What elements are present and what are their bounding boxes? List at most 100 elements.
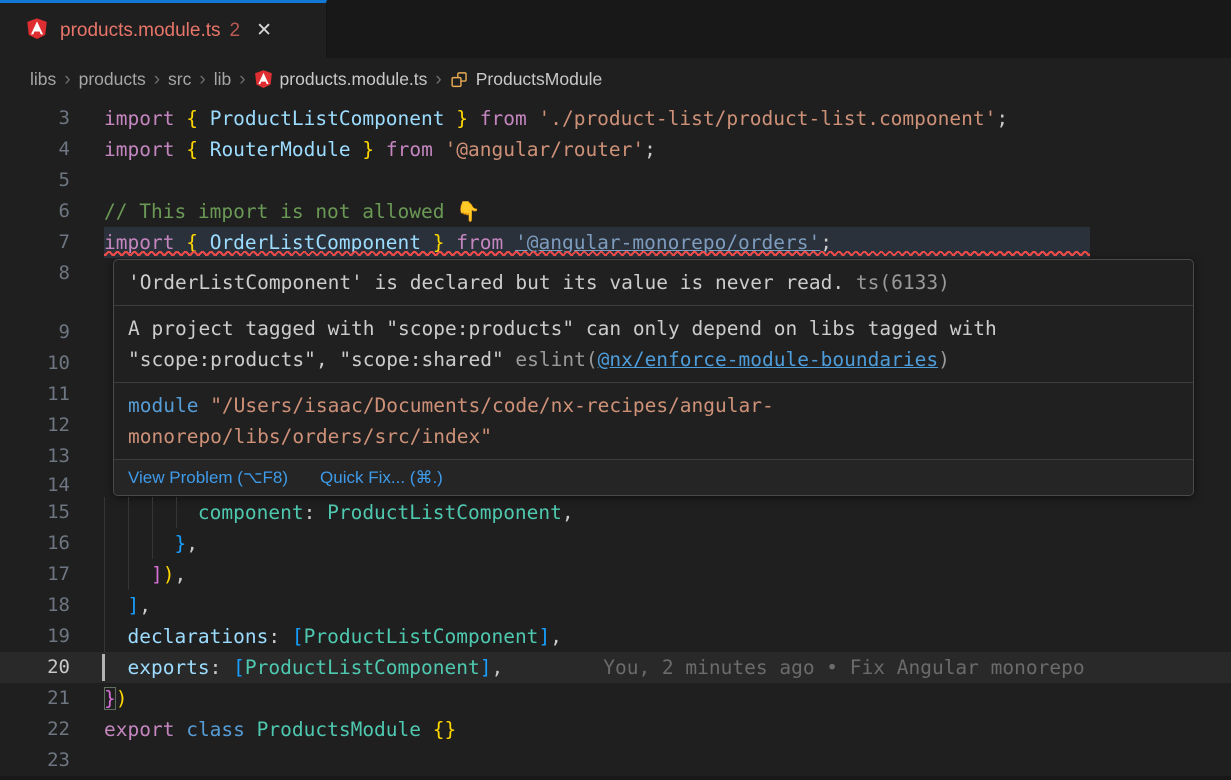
line-number-4[interactable]: 4: [0, 134, 70, 165]
line-number-9[interactable]: 9: [0, 317, 70, 348]
code-content-7[interactable]: import { OrderListComponent } from '@ang…: [70, 227, 1231, 258]
eslint-message-line2: "scope:products", "scope:shared" eslint(…: [128, 344, 1179, 375]
line-number-11[interactable]: 11: [0, 379, 70, 410]
code-line-4: 4import { RouterModule } from '@angular/…: [0, 134, 1231, 165]
chevron-right-icon: ›: [191, 70, 213, 89]
code-content-5[interactable]: [70, 165, 1231, 196]
code-line-21: 21}): [0, 683, 1231, 714]
indent-guide: [104, 621, 105, 652]
indent-guide: [104, 497, 105, 528]
line-number-23[interactable]: 23: [0, 745, 70, 776]
chevron-right-icon: ›: [56, 70, 78, 89]
indent-guide: [128, 528, 129, 559]
module-info: module "/Users/isaac/Documents/code/nx-r…: [114, 382, 1193, 459]
code-content-21[interactable]: }): [70, 683, 1231, 714]
view-problem-action[interactable]: View Problem (⌥F8): [128, 466, 288, 489]
chevron-right-icon: ›: [427, 70, 449, 89]
code-line-19: 19 declarations: [ProductListComponent],: [0, 621, 1231, 652]
line-number-14[interactable]: 14: [0, 470, 70, 501]
code-line-7: 7 import { OrderListComponent } from '@an…: [0, 227, 1231, 258]
breadcrumb-item-products-module-ts[interactable]: products.module.ts: [254, 69, 428, 90]
eslint-source-close: ): [938, 348, 950, 371]
line-number-6[interactable]: 6: [0, 196, 70, 227]
indent-guide: [176, 497, 177, 528]
angular-icon: [254, 69, 273, 89]
code-content-4[interactable]: import { RouterModule } from '@angular/r…: [70, 134, 1231, 165]
eslint-rule-link[interactable]: @nx/enforce-module-boundaries: [598, 348, 938, 371]
code-content-20[interactable]: exports: [ProductListComponent],You, 2 m…: [70, 652, 1231, 683]
indent-guide: [152, 497, 153, 528]
indent-guide: [128, 559, 129, 590]
code-content-19[interactable]: declarations: [ProductListComponent],: [70, 621, 1231, 652]
code-content-6[interactable]: // This import is not allowed 👇: [70, 196, 1231, 227]
eslint-source-open: eslint(: [515, 348, 597, 371]
code-line-17: 17 ]),: [0, 559, 1231, 590]
line-number-13[interactable]: 13: [0, 441, 70, 472]
line-number-21[interactable]: 21: [0, 683, 70, 714]
code-line-18: 18 ],: [0, 590, 1231, 621]
breadcrumb-item-products[interactable]: products: [79, 69, 146, 90]
breadcrumb: libs›products›src›lib›products.module.ts…: [0, 58, 1231, 100]
angular-icon: [26, 17, 48, 45]
diagnostic-hover-tooltip: 'OrderListComponent' is declared but its…: [113, 259, 1194, 496]
line-number-12[interactable]: 12: [0, 410, 70, 441]
line-number-8[interactable]: 8: [0, 258, 70, 289]
editor-lines-bottom: 15 component: ProductListComponent,16 },…: [0, 497, 1231, 776]
module-path-part1: "/Users/isaac/Documents/code/nx-recipes/…: [198, 394, 773, 417]
line-number-3[interactable]: 3: [0, 103, 70, 134]
chevron-right-icon: ›: [231, 70, 253, 89]
git-blame-annotation: You, 2 minutes ago • Fix Angular monorep…: [603, 656, 1084, 679]
code-line-23: 23: [0, 745, 1231, 776]
line-number-15[interactable]: 15: [0, 497, 70, 528]
ts-diagnostic-message: 'OrderListComponent' is declared but its…: [128, 271, 844, 294]
tab-problems-badge: 2: [230, 20, 241, 42]
code-line-3: 3import { ProductListComponent } from '.…: [0, 103, 1231, 134]
line-number-18[interactable]: 18: [0, 590, 70, 621]
code-content-15[interactable]: component: ProductListComponent,: [70, 497, 1231, 528]
line-number-22[interactable]: 22: [0, 714, 70, 745]
line-number-7[interactable]: 7: [0, 227, 70, 258]
ts-diagnostic-code: ts(6133): [856, 271, 950, 294]
code-content-18[interactable]: ],: [70, 590, 1231, 621]
code-line-20: 20 exports: [ProductListComponent],You, …: [0, 652, 1231, 683]
tab-bar: products.module.ts 2 ✕: [0, 0, 1231, 58]
close-icon[interactable]: ✕: [256, 21, 272, 40]
code-content-3[interactable]: import { ProductListComponent } from './…: [70, 103, 1231, 134]
eslint-message-line2-text: "scope:products", "scope:shared": [128, 348, 515, 371]
eslint-diagnostic: A project tagged with "scope:products" c…: [114, 305, 1193, 382]
indent-guide: [104, 528, 105, 559]
code-content-17[interactable]: ]),: [70, 559, 1231, 590]
breadcrumb-item-src[interactable]: src: [168, 69, 191, 90]
code-line-15: 15 component: ProductListComponent,: [0, 497, 1231, 528]
module-keyword: module: [128, 394, 198, 417]
hover-zone: 891011121314 'OrderListComponent' is dec…: [0, 258, 1231, 497]
symbol-class-icon: [450, 70, 469, 89]
line-number-19[interactable]: 19: [0, 621, 70, 652]
ts-diagnostic: 'OrderListComponent' is declared but its…: [114, 260, 1193, 305]
code-line-5: 5: [0, 165, 1231, 196]
editor-lines-top: 3import { ProductListComponent } from '.…: [0, 103, 1231, 258]
error-squiggle-highlight: import { OrderListComponent } from '@ang…: [104, 227, 1090, 258]
breadcrumb-item-lib[interactable]: lib: [214, 69, 232, 90]
tab-products-module[interactable]: products.module.ts 2 ✕: [0, 0, 327, 58]
breadcrumb-item-libs[interactable]: libs: [30, 69, 56, 90]
indent-guide: [152, 528, 153, 559]
line-number-17[interactable]: 17: [0, 559, 70, 590]
breadcrumb-item-productsmodule[interactable]: ProductsModule: [450, 69, 602, 90]
module-path-line2: monorepo/libs/orders/src/index": [128, 421, 1179, 452]
line-number-20[interactable]: 20: [0, 652, 70, 683]
tab-title: products.module.ts: [60, 20, 221, 42]
line-number-10[interactable]: 10: [0, 348, 70, 379]
text-cursor: [102, 654, 105, 681]
quick-fix-action[interactable]: Quick Fix... (⌘.): [320, 466, 443, 489]
line-number-5[interactable]: 5: [0, 165, 70, 196]
code-content-23[interactable]: [70, 745, 1231, 776]
gutter-overlay: 891011121314: [0, 258, 70, 497]
line-number-16[interactable]: 16: [0, 528, 70, 559]
module-path-part2: monorepo/libs/orders/src/index": [128, 425, 492, 448]
code-content-16[interactable]: },: [70, 528, 1231, 559]
code-content-22[interactable]: export class ProductsModule {}: [70, 714, 1231, 745]
code-editor: 3import { ProductListComponent } from '.…: [0, 100, 1231, 776]
hover-actions: View Problem (⌥F8) Quick Fix... (⌘.): [114, 459, 1193, 495]
indent-guide: [104, 590, 105, 621]
